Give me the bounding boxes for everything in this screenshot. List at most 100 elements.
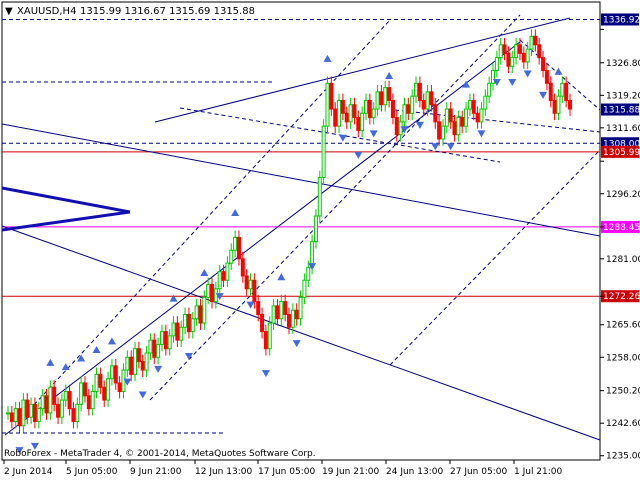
price-tick-label: 1311.60	[606, 124, 640, 134]
price-tick-label: 1235.00	[606, 452, 640, 462]
candle-body	[102, 386, 107, 401]
candle-body	[383, 87, 388, 106]
candle-body	[294, 309, 299, 320]
candle-body	[452, 121, 457, 136]
price-level-label: 1336.92	[603, 15, 640, 25]
candle-body	[421, 99, 426, 110]
candle-body	[398, 121, 403, 136]
candle-body	[144, 352, 149, 371]
candle-body	[82, 382, 87, 397]
candle-body	[464, 108, 469, 127]
candle-body	[140, 361, 145, 371]
price-tick-label: 1250.20	[606, 387, 640, 397]
candle-body	[529, 35, 534, 50]
candle-body	[494, 57, 499, 71]
time-tick-label: 9 Jun 21:00	[130, 467, 182, 477]
candle-body	[40, 395, 45, 410]
current-price-label: 1315.88	[603, 106, 640, 116]
candle-body	[117, 382, 122, 393]
candle-body	[437, 121, 442, 140]
candle-body	[537, 44, 542, 59]
candle-body	[313, 215, 318, 243]
candle-body	[544, 69, 549, 84]
candle-body	[425, 91, 430, 110]
price-tick-label: 1258.00	[606, 353, 640, 363]
candle-body	[491, 69, 496, 84]
candle-body	[394, 117, 399, 136]
candle-body	[236, 236, 241, 260]
candle-body	[568, 99, 572, 110]
time-tick-label: 24 Jun 13:00	[386, 467, 443, 477]
candle-body	[13, 408, 18, 422]
price-tick-label: 1242.60	[606, 419, 640, 429]
candle-body	[483, 95, 488, 110]
candle-body	[533, 35, 538, 46]
candle-body	[287, 313, 291, 328]
candle-body	[514, 44, 519, 59]
dropdown-triangle-icon[interactable]: ▼	[5, 6, 13, 17]
candle-body	[202, 296, 207, 324]
candle-body	[556, 95, 561, 114]
candle-body	[510, 57, 515, 67]
candle-body	[59, 399, 64, 418]
candle-body	[290, 309, 295, 328]
candle-body	[541, 57, 546, 71]
price-tick-label: 1319.20	[606, 91, 640, 101]
candle-body	[52, 386, 57, 405]
candle-body	[560, 82, 565, 97]
candle-body	[240, 258, 245, 277]
candle-body	[175, 322, 180, 341]
price-level-label: 1305.99	[603, 148, 640, 158]
candle-body	[467, 99, 472, 110]
price-tick-label: 1296.20	[606, 190, 640, 200]
candle-body	[517, 44, 522, 54]
candle-body	[564, 82, 569, 101]
candle-body	[159, 331, 164, 345]
time-tick-label: 27 Jun 05:00	[450, 467, 507, 477]
candle-body	[125, 356, 130, 371]
candle-body	[98, 373, 103, 388]
candle-body	[506, 52, 511, 67]
candle-body	[371, 108, 376, 119]
candle-body	[136, 348, 141, 363]
candle-body	[63, 391, 68, 401]
candle-body	[498, 44, 503, 59]
candle-body	[221, 271, 226, 281]
candle-body	[283, 301, 288, 315]
candle-body	[260, 313, 265, 333]
candle-body	[387, 87, 392, 101]
candle-body	[44, 395, 49, 414]
price-tick-label: 1265.60	[606, 321, 640, 331]
candle-body	[252, 279, 257, 303]
candle-body	[440, 125, 445, 140]
candle-body	[348, 104, 353, 123]
candle-body	[109, 365, 114, 380]
candle-body	[417, 82, 422, 101]
candle-body	[352, 104, 357, 119]
time-tick-label: 12 Jun 13:00	[195, 467, 252, 477]
candle-body	[548, 82, 553, 101]
candle-body	[121, 369, 126, 393]
candle-body	[9, 412, 14, 422]
price-level-label: 1272.26	[603, 292, 640, 302]
candle-body	[206, 284, 211, 298]
candle-body	[298, 296, 303, 320]
candle-body	[487, 82, 492, 97]
candle-body	[471, 99, 476, 114]
candle-body	[390, 99, 395, 119]
candle-body	[183, 313, 188, 328]
candle-body	[179, 326, 184, 341]
candle-body	[6, 412, 10, 415]
candle-body	[479, 108, 484, 123]
candle-body	[340, 99, 345, 114]
candle-body	[217, 271, 222, 290]
candle-body	[229, 249, 234, 264]
candle-body	[152, 339, 157, 358]
candle-body	[321, 125, 326, 178]
price-chart[interactable]: 1336.921308.001305.991288.451272.261315.…	[0, 0, 640, 480]
candle-body	[267, 322, 272, 350]
candle-body	[375, 91, 380, 110]
time-tick-label: 19 Jun 21:00	[322, 467, 379, 477]
candle-body	[163, 331, 168, 350]
candle-body	[171, 322, 176, 337]
